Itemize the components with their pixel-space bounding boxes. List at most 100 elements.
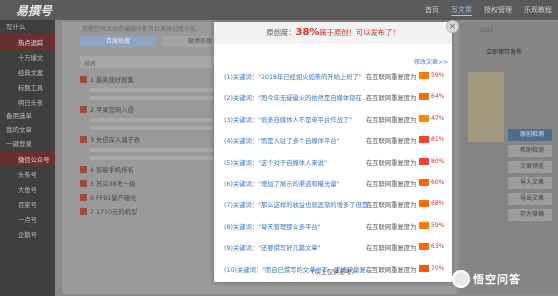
nav-home[interactable]: 首页 — [425, 5, 439, 16]
row-keyword[interactable]: (8)关键词："每天管理那么多平台" — [224, 222, 321, 231]
row-bar — [419, 243, 429, 251]
sidebar-item-title-tool[interactable]: 标题工具 — [0, 79, 55, 94]
row-keyword[interactable]: (6)关键词："增加了展示的渠道和曝光量" — [224, 179, 339, 188]
wukong-logo-icon — [452, 270, 470, 288]
row-note: 在互联网重复度为 — [366, 180, 417, 188]
sidebar-item-yidian[interactable]: 一点号 — [0, 211, 55, 226]
tab-baidu[interactable]: 百度热搜 — [80, 36, 156, 47]
row-keyword[interactable]: (2)关键词："而今年无疑最火的依然是自媒体现在..." — [224, 93, 371, 102]
sidebar-item-hot[interactable]: 热点追踪 — [0, 34, 55, 49]
row-bar — [419, 114, 429, 122]
sidebar-group-login[interactable]: 一键登录 — [0, 137, 55, 151]
rank-badge — [80, 193, 87, 201]
export-button[interactable]: 导出文章 — [508, 193, 552, 205]
row-note: 在互联网重复度为 — [366, 202, 417, 210]
close-icon[interactable]: × — [446, 20, 459, 33]
row-note: 在互联网重复度为 — [366, 245, 417, 253]
row-value: 80% — [431, 157, 445, 165]
originality-score: 38% — [295, 27, 320, 38]
top-nav: 首页 写文章 授权管理 乐观教程 — [425, 5, 552, 16]
originality-check-button[interactable]: 原创检测 — [508, 129, 552, 141]
row-keyword[interactable]: (7)关键词："那么这样的收益也就逐渐的增多了但是" — [224, 200, 371, 209]
row-keyword[interactable]: (1)关键词："2018年已经如火如荼的开始上班了" — [224, 72, 362, 81]
sidebar-item-viral[interactable]: 十万爆文 — [0, 49, 55, 64]
list-item-summary — [90, 126, 220, 130]
row-note: 在互联网重复度为 — [366, 74, 417, 81]
publish-checkbox[interactable]: 立即保存发布 — [486, 47, 522, 56]
result-row: (3)关键词："很多自媒体人不是单平台作战了" 在互联网重复度为 47% — [224, 114, 446, 136]
row-bar — [419, 157, 429, 165]
sidebar-item-wechat[interactable]: 微信公众号 — [0, 151, 55, 166]
sidebar-item-toutiao[interactable]: 头条号 — [0, 166, 55, 181]
draft-button[interactable]: 存为草稿 — [508, 209, 552, 221]
row-note: 在互联网重复度为 — [366, 138, 417, 146]
sidebar-group-write[interactable]: 写什么 — [0, 20, 55, 34]
originality-dialog: 原创度：38%属于原创！可以发布了！ 修改文章>> (1)关键词："2018年已… — [214, 22, 452, 282]
row-bar — [419, 72, 429, 79]
watermark-text: 悟空问答 — [473, 273, 521, 286]
result-row: (8)关键词："每天管理那么多平台" 在互联网重复度为 59% — [224, 221, 446, 243]
main-hint: 提醒您每次保存编辑时都有检测原创度功能。 — [82, 26, 203, 33]
import-button[interactable]: 导入文章 — [508, 177, 552, 189]
row-value: 64% — [431, 93, 445, 101]
top-bar: 易撰号 首页 写文章 授权管理 乐观教程 — [0, 0, 558, 20]
score-suffix: 属于原创！可以发布了！ — [319, 28, 400, 37]
result-row: (1)关键词："2018年已经如火如荼的开始上班了" 在互联网重复度为 59% — [224, 72, 446, 93]
row-value: 47% — [431, 114, 445, 122]
row-bar — [419, 178, 429, 186]
result-row: (9)关键词："还要撰写好几篇文章" 在互联网重复度为 63% — [224, 243, 446, 264]
list-item-summary — [90, 96, 220, 100]
row-bar — [419, 200, 429, 208]
row-value: 59% — [431, 72, 445, 79]
sidebar-item-dayu[interactable]: 大鱼号 — [0, 181, 55, 196]
row-note: 在互联网重复度为 — [366, 95, 417, 103]
rank-badge — [80, 207, 87, 215]
preview-button[interactable]: 文章预览 — [508, 161, 552, 173]
promo-image — [468, 72, 504, 142]
result-row: (5)关键词："这个对于自媒体人来说" 在互联网重复度为 80% — [224, 157, 446, 179]
rank-badge — [80, 75, 87, 83]
list-item-summary — [90, 156, 220, 160]
sidebar-item-tomorrow[interactable]: 明日头条 — [0, 94, 55, 109]
rank-badge — [80, 179, 87, 187]
rank-badge — [80, 165, 87, 173]
right-panel: 0/30 立即保存发布 原创检测 帮助检测 文章预览 导入文章 导出文章 存为草… — [460, 22, 558, 294]
row-value: 68% — [431, 200, 445, 208]
modify-article-link[interactable]: 修改文章>> — [414, 57, 448, 66]
watermark: 悟空问答 — [452, 270, 521, 288]
nav-authorization[interactable]: 授权管理 — [484, 5, 512, 16]
row-value: 63% — [431, 243, 445, 251]
row-value: 59% — [431, 221, 445, 229]
dialog-footer-note: （以上仅供参考） — [307, 269, 359, 276]
sidebar-item-baijia[interactable]: 百家号 — [0, 196, 55, 211]
result-row: (2)关键词："而今年无疑最火的依然是自媒体现在..." 在互联网重复度为 64% — [224, 93, 446, 114]
help-check-button[interactable]: 帮助检测 — [508, 145, 552, 157]
nav-write-article[interactable]: 写文章 — [451, 5, 472, 16]
rank-badge — [80, 105, 87, 113]
row-bar — [419, 93, 429, 101]
result-list: (1)关键词："2018年已经如火如荼的开始上班了" 在互联网重复度为 59% (2)… — [224, 72, 446, 286]
result-row: (7)关键词："那么这样的收益也就逐渐的增多了但是" 在互联网重复度为 68% — [224, 200, 446, 221]
result-row: (4)关键词："而是入驻了多个自媒体平台" 在互联网重复度为 81% — [224, 136, 446, 157]
row-note: 在互联网重复度为 — [366, 223, 417, 231]
dialog-header: 原创度：38%属于原创！可以发布了！ — [214, 22, 452, 44]
row-bar — [419, 136, 429, 144]
sidebar-item-penguin[interactable]: 企鹅号 — [0, 226, 55, 241]
row-keyword[interactable]: (5)关键词："这个对于自媒体人来说" — [224, 158, 327, 167]
row-keyword[interactable]: (9)关键词："还要撰写好几篇文章" — [224, 243, 321, 252]
sidebar: 写什么 热点追踪 十万爆文 经典文案 标题工具 明日头条 备用选单 我的文章 一… — [0, 20, 55, 296]
row-value: 81% — [431, 136, 445, 144]
app-logo: 易撰号 — [16, 4, 53, 18]
sidebar-group-backup[interactable]: 备用选单 — [0, 109, 55, 123]
row-keyword[interactable]: (4)关键词："而是入驻了多个自媒体平台" — [224, 136, 339, 145]
sidebar-item-classic[interactable]: 经典文案 — [0, 64, 55, 79]
result-row: (6)关键词："增加了展示的渠道和曝光量" 在互联网重复度为 60% — [224, 178, 446, 200]
row-note: 在互联网重复度为 — [366, 159, 417, 167]
score-prefix: 原创度： — [266, 28, 296, 37]
nav-tutorial[interactable]: 乐观教程 — [524, 5, 552, 16]
sidebar-group-my-articles[interactable]: 我的文章 — [0, 123, 55, 137]
row-keyword[interactable]: (3)关键词："很多自媒体人不是单平台作战了" — [224, 115, 352, 124]
word-counter: 0/30 — [480, 27, 494, 34]
rank-badge — [80, 135, 87, 143]
row-value: 60% — [431, 178, 445, 186]
